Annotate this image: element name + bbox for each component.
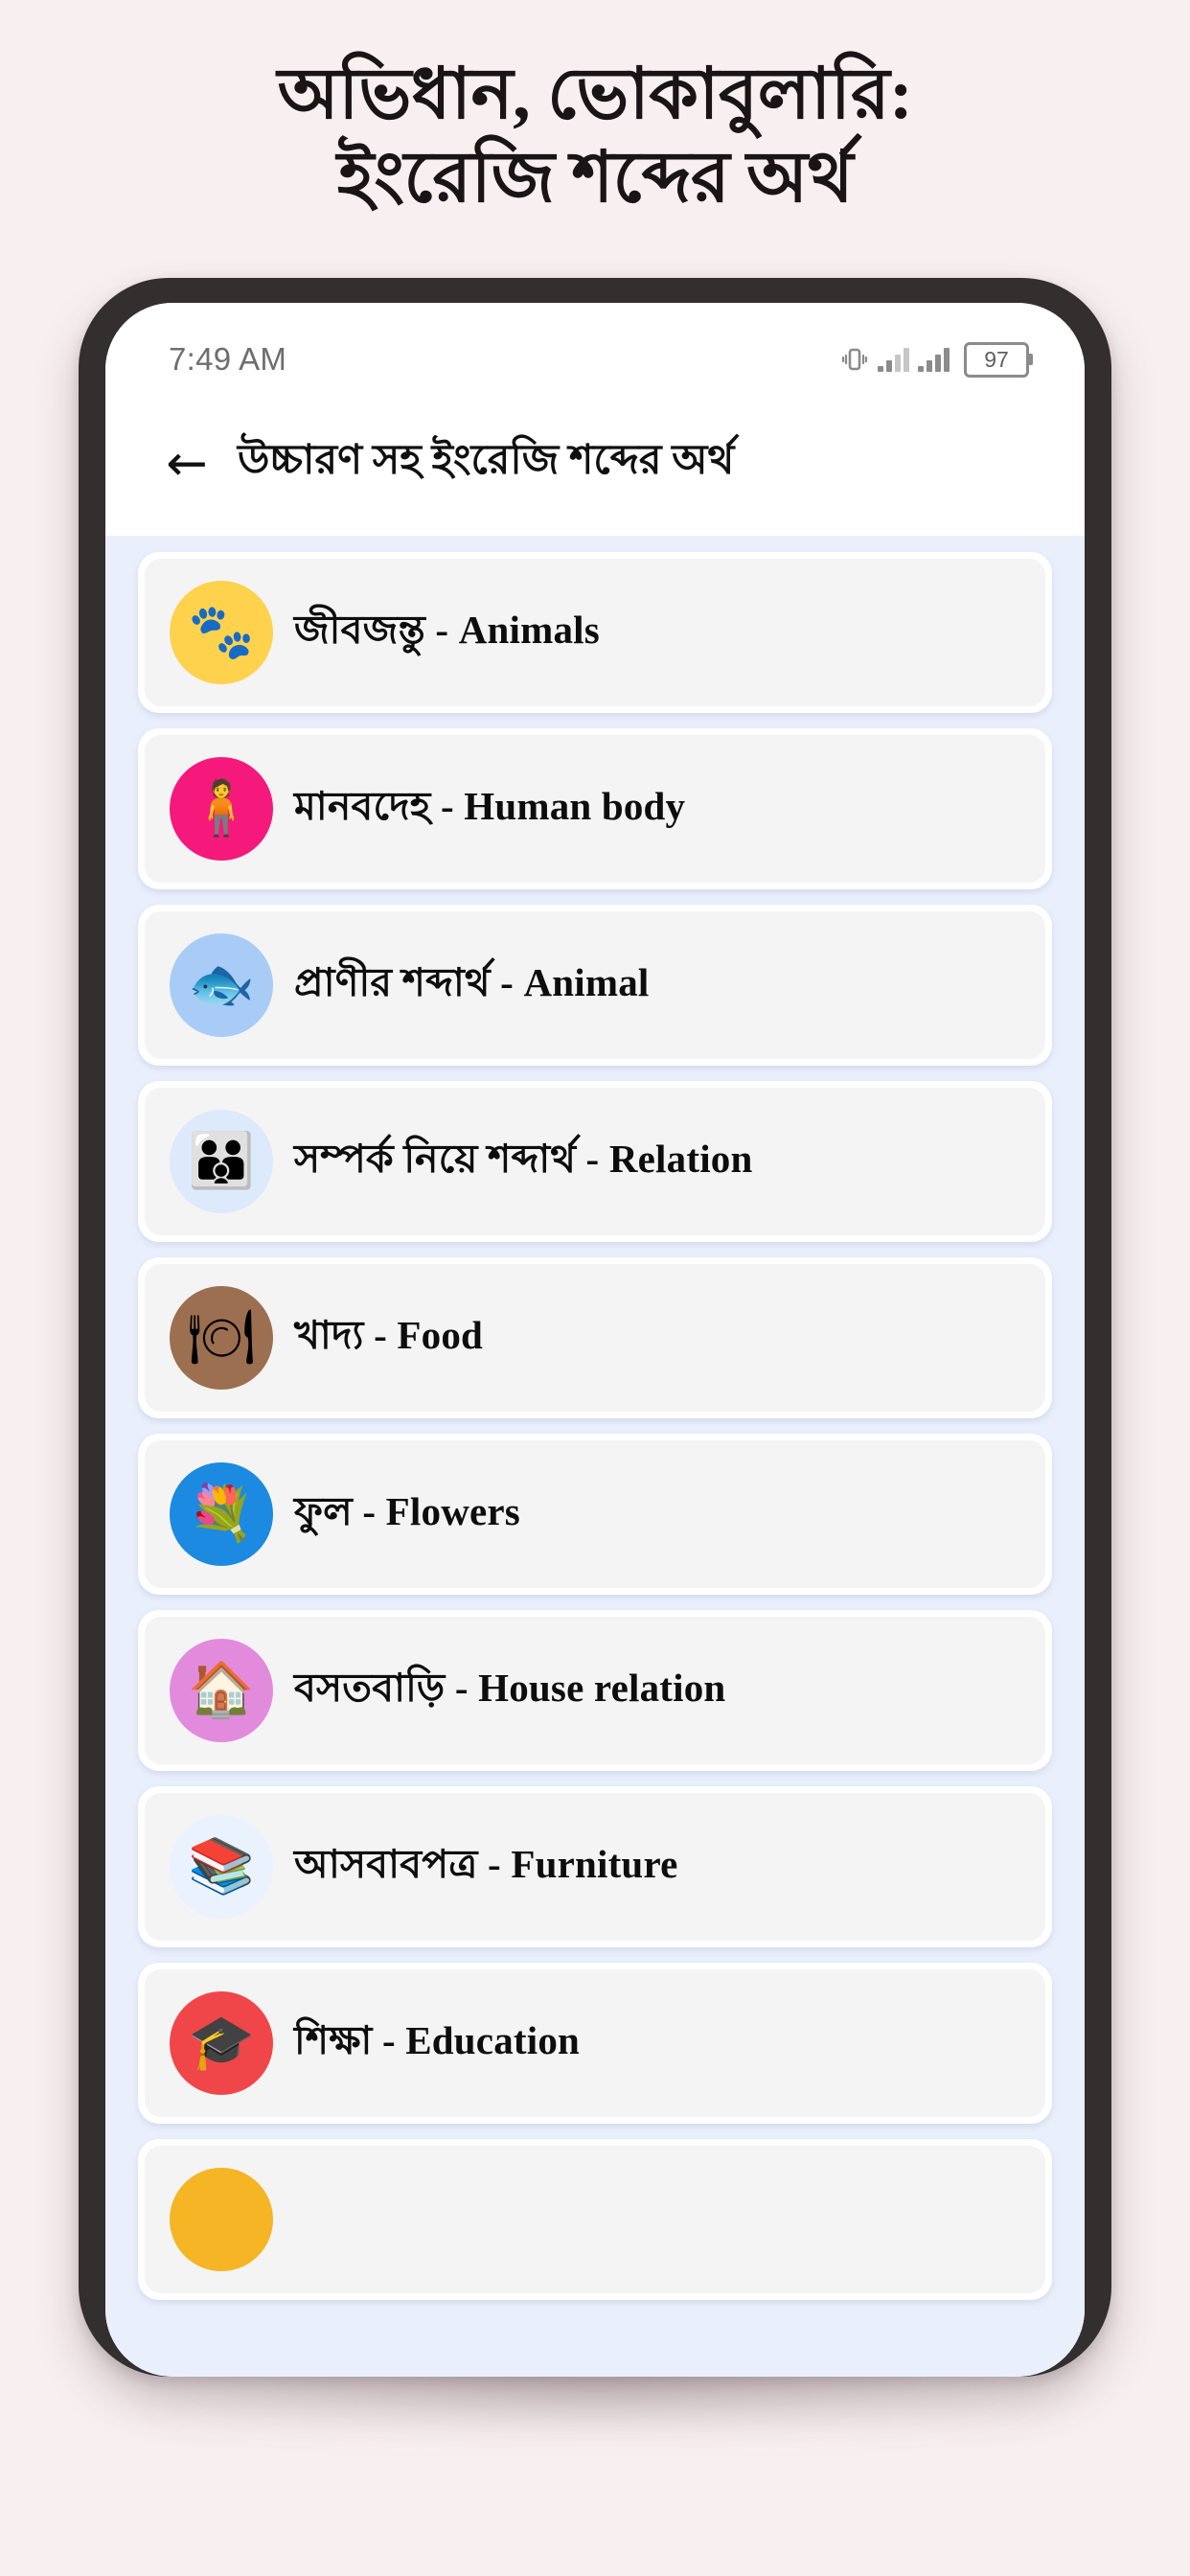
list-item[interactable]: 🐾 জীবজন্তু - Animals [138,552,1052,713]
status-bar: 7:49 AM 97 [105,303,1085,391]
human-body-icon-glyph: 🧍 [188,777,255,840]
list-item-label: শিক্ষা - Education [294,2017,581,2062]
family-group-icon-glyph: 👪 [188,1130,255,1192]
flower-basket-icon-glyph: 💐 [188,1483,255,1545]
globe-graduation-cap-icon-glyph: 🎓 [188,2012,255,2074]
list-item-surface[interactable]: 📚 আসবাবপত্র - Furniture [145,1793,1045,1941]
battery-icon: 97 [964,341,1033,378]
globe-graduation-cap-icon: 🎓 [170,1991,273,2095]
status-bar-clock: 7:49 AM [169,341,287,377]
signal-bars-icon [918,347,950,372]
plant-books-icon-glyph: 📚 [188,1835,255,1898]
list-item-surface[interactable]: 🏠 বসতবাড়ি - House relation [145,1617,1045,1764]
list-item-label: ফুল - Flowers [294,1488,520,1533]
list-item-label: সম্পর্ক নিয়ে শব্দার্থ - Relation [294,1136,753,1181]
list-item-surface[interactable] [145,2146,1045,2293]
list-item[interactable]: 🍽 খাদ্য - Food [138,1257,1052,1418]
food-plate-icon-glyph: 🍽 [187,1306,256,1368]
family-group-icon: 👪 [170,1110,273,1213]
vibrate-icon [840,345,869,374]
heart-paw-icon-glyph: 🐾 [188,601,255,663]
list-item-label: আসবাবপত্র - Furniture [294,1841,678,1886]
promo-headline: অভিধান, ভোকাবুলারি: ইংরেজি শব্দের অর্থ [0,54,1190,221]
house-shield-icon: 🏠 [170,1639,273,1742]
fish-icon: 🐟 [170,933,273,1037]
house-shield-icon-glyph: 🏠 [188,1659,255,1721]
list-item-label: খাদ্য - Food [294,1312,484,1357]
headline-line-2: ইংরেজি শব্দের অর্থ [336,139,854,218]
list-item-surface[interactable]: 🎓 শিক্ষা - Education [145,1969,1045,2117]
phone-frame: 7:49 AM 97 ← উচ্চারণ সহ ইংরেজি শব্দের অর… [79,278,1111,2377]
list-item-label: জীবজন্তু - Animals [294,607,600,652]
list-item[interactable]: 👪 সম্পর্ক নিয়ে শব্দার্থ - Relation [138,1081,1052,1242]
heart-paw-icon: 🐾 [170,581,273,684]
phone-screen: 7:49 AM 97 ← উচ্চারণ সহ ইংরেজি শব্দের অর… [105,303,1085,2377]
app-bar: ← উচ্চারণ সহ ইংরেজি শব্দের অর্থ [105,391,1085,537]
list-item[interactable]: 🏠 বসতবাড়ি - House relation [138,1610,1052,1771]
fish-icon-glyph: 🐟 [188,954,255,1016]
flower-basket-icon: 💐 [170,1462,273,1566]
category-list[interactable]: 🐾 জীবজন্তু - Animals 🧍 মানবদেহ - Human body… [105,537,1085,2377]
list-item-surface[interactable]: 🧍 মানবদেহ - Human body [145,735,1045,883]
list-item-label: মানবদেহ - Human body [294,783,686,828]
battery-level-text: 97 [984,346,1009,372]
list-item[interactable]: 🐟 প্রাণীর শব্দার্থ - Animal [138,905,1052,1066]
list-item-surface[interactable]: 👪 সম্পর্ক নিয়ে শব্দার্থ - Relation [145,1088,1045,1235]
status-bar-icons: 97 [840,341,1033,378]
list-item-label: বসতবাড়ি - House relation [294,1665,726,1710]
list-item-surface[interactable]: 🍽 খাদ্য - Food [145,1264,1045,1412]
list-item[interactable]: 💐 ফুল - Flowers [138,1434,1052,1595]
page-title: উচ্চারণ সহ ইংরেজি শব্দের অর্থ [238,438,735,483]
food-plate-icon: 🍽 [170,1286,273,1390]
list-item-surface[interactable]: 🐟 প্রাণীর শব্দার্থ - Animal [145,911,1045,1059]
list-item-surface[interactable]: 💐 ফুল - Flowers [145,1440,1045,1588]
list-item[interactable]: 🧍 মানবদেহ - Human body [138,728,1052,889]
partial-yellow-icon [170,2168,273,2271]
human-body-icon: 🧍 [170,757,273,861]
list-item[interactable]: 🎓 শিক্ষা - Education [138,1963,1052,2124]
signal-bars-icon [878,347,909,372]
list-item[interactable]: 📚 আসবাবপত্র - Furniture [138,1786,1052,1947]
back-arrow-icon[interactable]: ← [157,434,217,494]
plant-books-icon: 📚 [170,1815,273,1919]
list-item-label: প্রাণীর শব্দার্থ - Animal [294,959,650,1004]
list-item[interactable] [138,2139,1052,2300]
list-item-surface[interactable]: 🐾 জীবজন্তু - Animals [145,559,1045,706]
headline-line-1: অভিধান, ভোকাবুলারি: [277,56,913,134]
